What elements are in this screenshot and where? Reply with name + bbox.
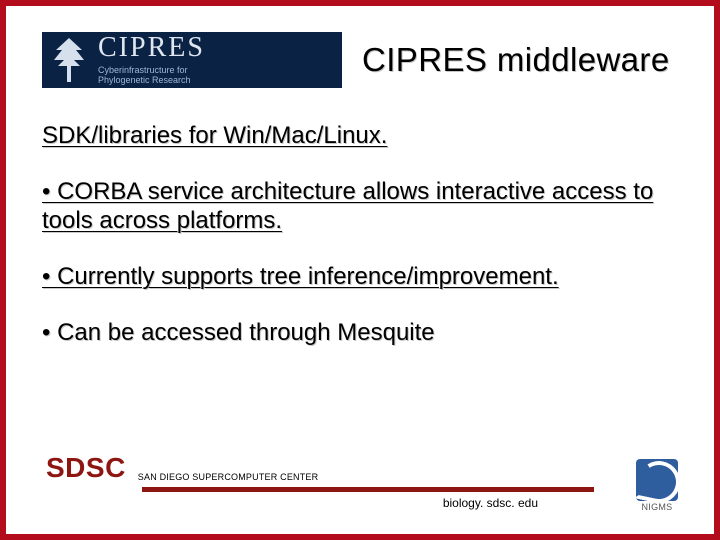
footer-url: biology. sdsc. edu — [46, 496, 538, 510]
nigms-block: NIGMS — [636, 459, 678, 512]
sdsc-logo: SDSC — [46, 452, 126, 484]
cipres-logo: CIPRES Cyberinfrastructure for Phylogene… — [42, 32, 342, 88]
body-subtitle: SDK/libraries for Win/Mac/Linux. — [42, 122, 678, 150]
sdsc-block: SDSC SAN DIEGO SUPERCOMPUTER CENTER — [46, 452, 678, 484]
logo-text: CIPRES Cyberinfrastructure for Phylogene… — [98, 34, 205, 86]
slide-body: SDK/libraries for Win/Mac/Linux. • CORBA… — [42, 122, 678, 348]
slide-footer: SDSC SAN DIEGO SUPERCOMPUTER CENTER biol… — [46, 452, 678, 510]
nigms-icon — [636, 459, 678, 501]
logo-name: CIPRES — [98, 34, 205, 62]
slide: CIPRES Cyberinfrastructure for Phylogene… — [0, 0, 720, 540]
nigms-label: NIGMS — [636, 502, 678, 512]
bullet-3: • Can be accessed through Mesquite — [42, 319, 678, 347]
tree-icon — [50, 36, 88, 84]
slide-header: CIPRES Cyberinfrastructure for Phylogene… — [42, 32, 678, 88]
accent-bar — [142, 487, 594, 492]
bullet-1: • CORBA service architecture allows inte… — [42, 178, 678, 235]
logo-subtitle: Cyberinfrastructure for Phylogenetic Res… — [98, 66, 205, 86]
slide-title: CIPRES middleware — [362, 41, 670, 79]
sdsc-full-name: SAN DIEGO SUPERCOMPUTER CENTER — [138, 472, 319, 482]
bullet-2: • Currently supports tree inference/impr… — [42, 263, 678, 291]
